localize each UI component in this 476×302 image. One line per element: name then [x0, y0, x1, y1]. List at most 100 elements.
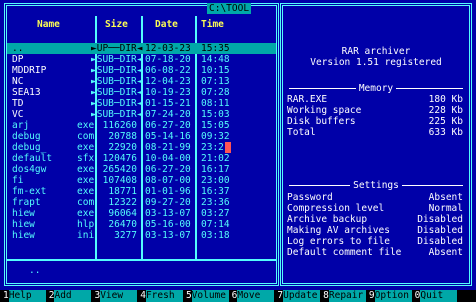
file-row[interactable]: fi exe 107408 08-07-00 23:00	[7, 175, 276, 186]
file-row[interactable]: debug com 20788 05-14-16 09:32	[7, 131, 276, 142]
file-time: 16:37	[201, 186, 230, 197]
file-date: 05-14-16	[145, 131, 191, 142]
file-size: 96064	[108, 208, 137, 219]
column-header-date[interactable]: Date	[155, 19, 178, 30]
memory-key: Disk buffers	[287, 116, 356, 127]
setting-row[interactable]: Default comment file Absent	[287, 247, 463, 258]
column-header-size[interactable]: Size	[105, 19, 128, 30]
fkey-volume-button[interactable]: 5 Volume	[182, 290, 229, 302]
file-date: 07-18-20	[145, 54, 191, 65]
file-name: debug_	[12, 142, 47, 153]
directory-row[interactable]: VC ►SUB─DIR◄ 07-24-20 15:03	[7, 109, 276, 120]
text-cursor	[225, 142, 231, 153]
setting-key: Log errors to file	[287, 236, 390, 247]
file-row[interactable]: dos4gw exe 265420 06-27-20 16:17	[7, 164, 276, 175]
column-header-name[interactable]: Name	[37, 19, 60, 30]
file-date: 09-27-20	[145, 197, 191, 208]
fkey-add-button[interactable]: 2 Add	[45, 290, 92, 302]
directory-row[interactable]: DP ►SUB─DIR◄ 07-18-20 14:48	[7, 54, 276, 65]
setting-value: Normal	[428, 203, 463, 214]
file-size: ►SUB─DIR◄	[91, 54, 143, 65]
fkey-repair-button[interactable]: 8 Repair	[320, 290, 366, 302]
file-time: 08:11	[201, 98, 230, 109]
fkey-number: 5	[182, 290, 192, 302]
memory-key: Working space	[287, 105, 362, 116]
file-time: 07:28	[201, 87, 230, 98]
file-name: default	[12, 153, 53, 164]
file-date: 05-16-00	[145, 219, 191, 230]
file-size: 265420	[102, 164, 137, 175]
memory-value: 180 Kb	[428, 94, 463, 105]
memory-value: 225 Kb	[428, 116, 463, 127]
setting-value: Absent	[428, 192, 463, 203]
setting-value: Disabled	[417, 225, 463, 236]
fkey-update-button[interactable]: 7 Update	[274, 290, 321, 302]
file-time: 03:27	[201, 208, 230, 219]
fkey-option-button[interactable]: 9 Option	[365, 290, 412, 302]
setting-row[interactable]: Compression level Normal	[287, 203, 463, 214]
directory-row[interactable]: .. ►UP──DIR◄ 12-03-23 15:35	[7, 43, 276, 54]
fkey-number: 8	[320, 290, 329, 302]
memory-key: Total	[287, 127, 316, 138]
setting-row[interactable]: Making AV archives Disabled	[287, 225, 463, 236]
file-date: 01-15-21	[145, 98, 191, 109]
directory-row[interactable]: NC ►SUB─DIR◄ 12-04-23 07:13	[7, 76, 276, 87]
file-time: 23:2	[201, 142, 224, 153]
directory-row[interactable]: MDDRIP ►SUB─DIR◄ 06-08-22 10:15	[7, 65, 276, 76]
file-date: 06-27-20	[145, 120, 191, 131]
directory-row[interactable]: TD ►SUB─DIR◄ 01-15-21 08:11	[7, 98, 276, 109]
fkey-label: Volume	[191, 290, 229, 302]
directory-row[interactable]: SEA13 ►SUB─DIR◄ 10-19-23 07:28	[7, 87, 276, 98]
fkey-fresh-button[interactable]: 4 Fresh	[137, 290, 183, 302]
fkey-move-button[interactable]: 6 Move	[228, 290, 275, 302]
fkey-label: Option	[374, 290, 412, 302]
setting-row[interactable]: Log errors to file Disabled	[287, 236, 463, 247]
file-size: 18771	[108, 186, 137, 197]
file-row[interactable]: default sfx 120476 10-04-00 21:02	[7, 153, 276, 164]
file-row[interactable]: frapt com 12322 09-27-20 23:36	[7, 197, 276, 208]
file-name: arj	[12, 120, 30, 131]
file-row[interactable]: hiew exe 96064 03-13-07 03:27	[7, 208, 276, 219]
file-row[interactable]: hiew ini 3277 03-13-07 03:18	[7, 230, 276, 241]
file-size: 22920	[108, 142, 137, 153]
memory-value: 633 Kb	[428, 127, 463, 138]
file-row[interactable]: fm-ext exe 18771 01-01-96 16:37	[7, 186, 276, 197]
file-name: DP	[12, 54, 24, 65]
fkey-number: 1	[0, 290, 9, 302]
file-date: 10-04-00	[145, 153, 191, 164]
file-list: .. ►UP──DIR◄ 12-03-23 15:35 DP ►SUB─DIR◄ 07-18…	[7, 43, 276, 241]
file-size: 20788	[108, 131, 137, 142]
fkey-help-button[interactable]: 1 Help	[0, 290, 46, 302]
file-row[interactable]: arj exe 116260 06-27-20 15:05	[7, 120, 276, 131]
fkey-quit-button[interactable]: 0 Quit	[411, 290, 458, 302]
file-time: 23:00	[201, 175, 230, 186]
file-date: 01-01-96	[145, 186, 191, 197]
fkey-view-button[interactable]: 3 View	[91, 290, 138, 302]
setting-key: Compression level	[287, 203, 385, 214]
file-date: 06-27-20	[145, 164, 191, 175]
file-date: 03-13-07	[145, 230, 191, 241]
file-time: 14:48	[201, 54, 230, 65]
file-time: 07:13	[201, 76, 230, 87]
fkey-label: View	[100, 290, 138, 302]
setting-value: Absent	[428, 247, 463, 258]
file-time: 16:17	[201, 164, 230, 175]
status-divider	[7, 259, 276, 261]
memory-row: Working space 228 Kb	[287, 105, 463, 116]
column-header-time[interactable]: Time	[201, 19, 224, 30]
setting-key: Making AV archives	[287, 225, 390, 236]
status-line: ..	[29, 265, 41, 276]
fkey-number: 0	[411, 290, 421, 302]
file-time: 21:02	[201, 153, 230, 164]
fkey-label: Quit	[420, 290, 458, 302]
file-time: 15:05	[201, 120, 230, 131]
fkey-number: 2	[45, 290, 55, 302]
setting-row[interactable]: Password Absent	[287, 192, 463, 203]
memory-section-header: Memory	[289, 83, 463, 94]
file-date: 07-24-20	[145, 109, 191, 120]
memory-value: 228 Kb	[428, 105, 463, 116]
fkey-label: Repair	[328, 290, 366, 302]
file-row[interactable]: hiew hlp 26470 05-16-00 07:14	[7, 219, 276, 230]
file-row[interactable]: debug_ exe 22920 08-21-99 23:2	[7, 142, 276, 153]
setting-row[interactable]: Archive backup Disabled	[287, 214, 463, 225]
